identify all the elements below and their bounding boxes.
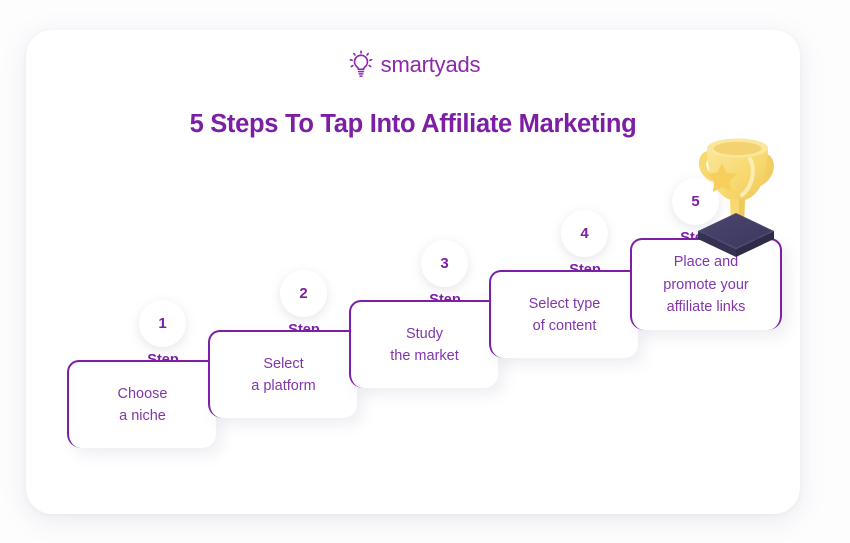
step-badge-2: 2 [280,270,327,317]
steps-staircase: 1 Step Choose a niche 2 Step Select a pl… [26,30,800,514]
step-badge-4: 4 [561,210,608,257]
step-number-3: 3 [440,255,449,272]
step-text-2: Select a platform [251,355,316,394]
step-card-1[interactable]: Choose a niche [67,360,216,448]
step-number-1: 1 [158,315,167,332]
step-badge-3: 3 [421,240,468,287]
step-text-3: Study the market [390,325,459,364]
step-number-2: 2 [299,285,308,302]
step-text-4: Select type of content [528,295,601,334]
step-badge-1: 1 [139,300,186,347]
step-card-2[interactable]: Select a platform [208,330,357,418]
content-panel: smartyads 5 Steps To Tap Into Affiliate … [26,30,800,514]
step-text-5: Place and promote your affiliate links [663,254,749,316]
step-number-4: 4 [580,225,589,242]
step-text-1: Choose a niche [117,385,168,424]
infographic-root: smartyads 5 Steps To Tap Into Affiliate … [0,0,850,543]
step-card-3[interactable]: Study the market [349,300,498,388]
step-card-4[interactable]: Select type of content [489,270,638,358]
trophy-icon [698,138,774,257]
